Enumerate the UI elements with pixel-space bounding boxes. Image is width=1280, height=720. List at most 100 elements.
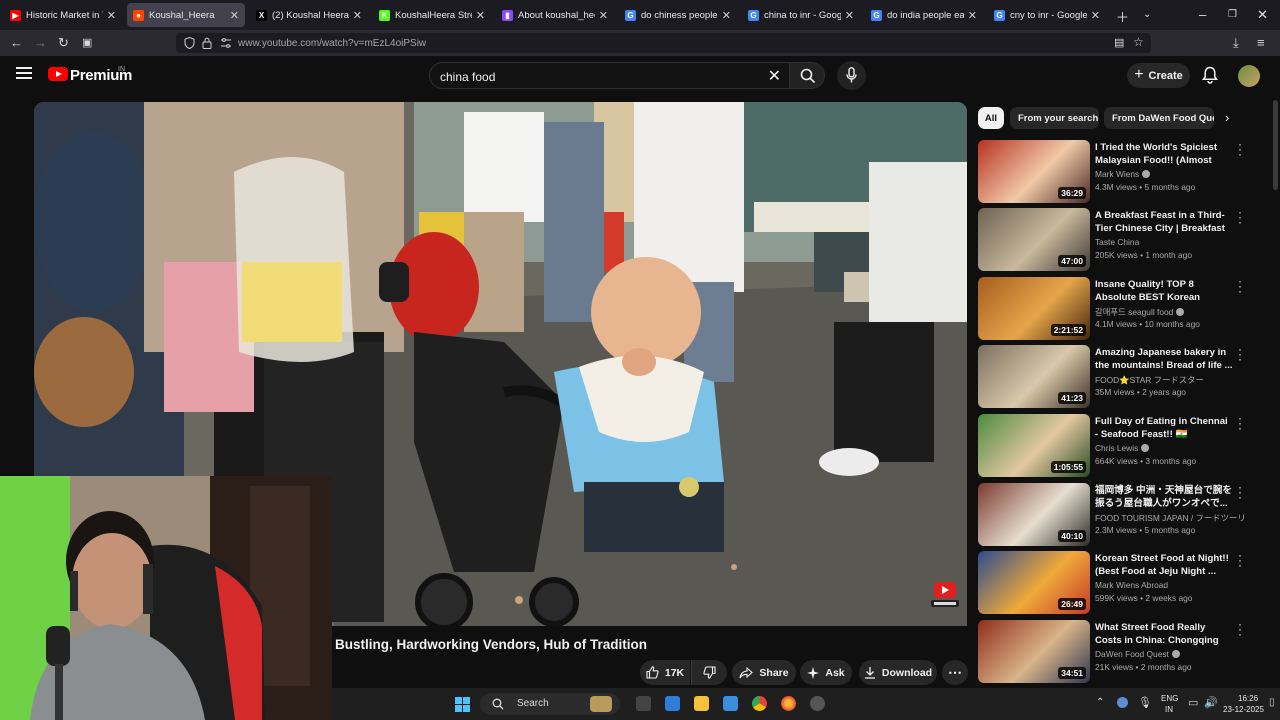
browser-tab[interactable]: X (2) Koushal Heera (@Ko ✕ [250,3,368,27]
youtube-logo-icon[interactable] [48,67,68,81]
recommendation-title[interactable]: 福岡博多 中洲・天神屋台で腕を振るう屋台職人がワンオペで... [1095,484,1233,510]
video-thumbnail[interactable]: 36:29 [978,140,1090,203]
close-tab-icon[interactable]: ✕ [476,9,485,22]
video-thumbnail[interactable]: 1:05:55 [978,414,1090,477]
recommendation-title[interactable]: What Street Food Really Costs in China: … [1095,621,1233,647]
taskbar-search[interactable]: Search [480,693,620,715]
channel-name[interactable]: FOOD⭐STAR フードスター [1095,374,1245,386]
like-button[interactable]: 17K [640,660,690,685]
more-vertical-icon[interactable]: · · · [1236,343,1244,365]
more-vertical-icon[interactable]: · · · [1236,206,1244,228]
firefox-icon[interactable] [781,696,796,711]
microsoft-store-icon[interactable] [665,696,680,711]
obs-icon[interactable] [810,696,825,711]
tray-overflow-icon[interactable]: ⌃ [1096,697,1104,708]
recommendation-title[interactable]: Insane Quality! TOP 8 Absolute BEST Kore… [1095,278,1233,304]
downloads-icon[interactable]: ⤓ [1233,35,1239,51]
chrome-icon[interactable] [752,696,767,711]
language-indicator[interactable]: ENG [1161,694,1178,703]
browser-tab[interactable]: Gchina to inr - Google Sea ✕ [742,3,860,27]
app-menu-icon[interactable]: ≡ [1257,35,1265,50]
chip-from-channel[interactable]: From DaWen Food Quest [1104,107,1214,129]
recommendation-item[interactable]: 41:23 Amazing Japanese bakery in the moun… [978,343,1258,409]
recommendation-item[interactable]: 47:00 A Breakfast Feast in a Third-Tier C… [978,206,1258,272]
channel-name[interactable]: Mark Wiens Abroad [1095,580,1245,590]
browser-tab[interactable]: ▮ About koushal_heera - T ✕ [496,3,614,27]
volume-icon[interactable]: 🔊 [1204,696,1218,709]
reader-view-icon[interactable]: ▤ [1114,36,1124,49]
lock-icon[interactable] [202,37,212,49]
search-input[interactable]: china food ✕ [429,62,789,89]
video-thumbnail[interactable]: 47:00 [978,208,1090,271]
channel-name[interactable]: Chris Lewis [1095,443,1245,453]
reload-icon[interactable]: ↻ [58,35,69,51]
back-icon[interactable]: ← [10,35,23,50]
site-permissions-icon[interactable] [220,38,232,48]
create-button[interactable]: + Create [1127,63,1190,88]
shield-icon[interactable] [184,37,195,49]
channel-name[interactable]: Taste China [1095,237,1245,247]
close-tab-icon[interactable]: ✕ [1091,9,1100,22]
video-thumbnail[interactable]: 2:21:52 [978,277,1090,340]
minimize-icon[interactable]: – [1199,7,1206,22]
search-button[interactable] [789,62,825,89]
bookmark-star-icon[interactable]: ☆ [1133,35,1144,49]
close-tab-icon[interactable]: ✕ [599,9,608,22]
browser-tab[interactable]: Gdo india people eat hea ✕ [865,3,983,27]
address-bar[interactable]: www.youtube.com/watch?v=mEzL4oiPSiw ▤ ☆ [176,33,1151,53]
scrollbar[interactable] [1273,100,1278,190]
chips-next-chevron-icon[interactable]: › [1225,110,1229,125]
browser-tab[interactable]: ▶ Historic Market in Yunn ✕ [4,3,122,27]
microphone-tray-icon[interactable]: 🎙 [1138,696,1152,709]
video-thumbnail[interactable]: 26:49 [978,551,1090,614]
recommendation-title[interactable]: I Tried the World's Spiciest Malaysian F… [1095,141,1233,167]
onedrive-icon[interactable] [1117,697,1128,708]
clock-date[interactable]: 23-12-2025 [1223,705,1264,714]
more-vertical-icon[interactable]: · · · [1236,275,1244,297]
file-explorer-icon[interactable] [694,696,709,711]
clear-search-icon[interactable]: ✕ [768,66,781,86]
forward-icon[interactable]: → [34,35,47,50]
ask-button[interactable]: Ask [800,660,852,685]
more-vertical-icon[interactable]: · · · [1236,481,1244,503]
recommendation-item[interactable]: 1:05:55 Full Day of Eating in Chennai - S… [978,412,1258,478]
new-tab-icon[interactable]: ＋ [1116,7,1129,26]
close-window-icon[interactable]: ✕ [1257,7,1268,23]
video-thumbnail[interactable]: 41:23 [978,345,1090,408]
browser-tab[interactable]: Gdo chiness people eat sp ✕ [619,3,737,27]
notepad-icon[interactable] [723,696,738,711]
recommendation-item[interactable]: 26:49 Korean Street Food at Night!! (Best… [978,549,1258,615]
more-actions-button[interactable]: ⋯ [942,660,968,685]
more-vertical-icon[interactable]: · · · [1236,549,1244,571]
more-vertical-icon[interactable]: · · · [1236,618,1244,640]
recommendation-title[interactable]: Amazing Japanese bakery in the mountains… [1095,346,1233,372]
recommendation-item[interactable]: 2:21:52 Insane Quality! TOP 8 Absolute BE… [978,275,1258,341]
browser-tab[interactable]: Gcny to inr - Google Sear ✕ [988,3,1106,27]
clock-time[interactable]: 16:26 [1238,694,1258,703]
subscribe-watermark-icon[interactable] [931,582,959,608]
voice-search-button[interactable] [837,61,866,90]
video-thumbnail[interactable]: 34:51 [978,620,1090,683]
browser-tab[interactable]: ● Koushal_Heera ✕ [127,3,245,27]
recommendation-item[interactable]: 40:10 福岡博多 中洲・天神屋台で腕を振るう屋台職人がワンオペで... FOOD… [978,481,1258,547]
channel-name[interactable]: Mark Wiens [1095,169,1245,179]
hamburger-menu-icon[interactable] [16,67,32,80]
close-tab-icon[interactable]: ✕ [230,9,239,22]
network-icon[interactable]: ▭ [1188,696,1198,709]
recommendation-title[interactable]: A Breakfast Feast in a Third-Tier Chines… [1095,209,1233,235]
close-tab-icon[interactable]: ✕ [845,9,854,22]
notifications-bell-icon[interactable] [1202,66,1218,84]
channel-name[interactable]: 갈매푸드 seagull food [1095,306,1245,318]
channel-name[interactable]: FOOD TOURISM JAPAN / フードツーリ... [1095,512,1245,524]
video-thumbnail[interactable]: 40:10 [978,483,1090,546]
recommendation-item[interactable]: 34:51 What Street Food Really Costs in Ch… [978,618,1258,684]
recommendation-title[interactable]: Korean Street Food at Night!! (Best Food… [1095,552,1233,578]
close-tab-icon[interactable]: ✕ [722,9,731,22]
close-tab-icon[interactable]: ✕ [107,9,116,22]
restore-icon[interactable]: ❐ [1228,9,1237,20]
windows-start-icon[interactable] [455,697,470,712]
more-vertical-icon[interactable]: · · · [1236,412,1244,434]
browser-tab[interactable]: K KoushalHeera Stream - Y ✕ [373,3,491,27]
close-tab-icon[interactable]: ✕ [968,9,977,22]
recommendation-title[interactable]: Full Day of Eating in Chennai - Seafood … [1095,415,1233,441]
